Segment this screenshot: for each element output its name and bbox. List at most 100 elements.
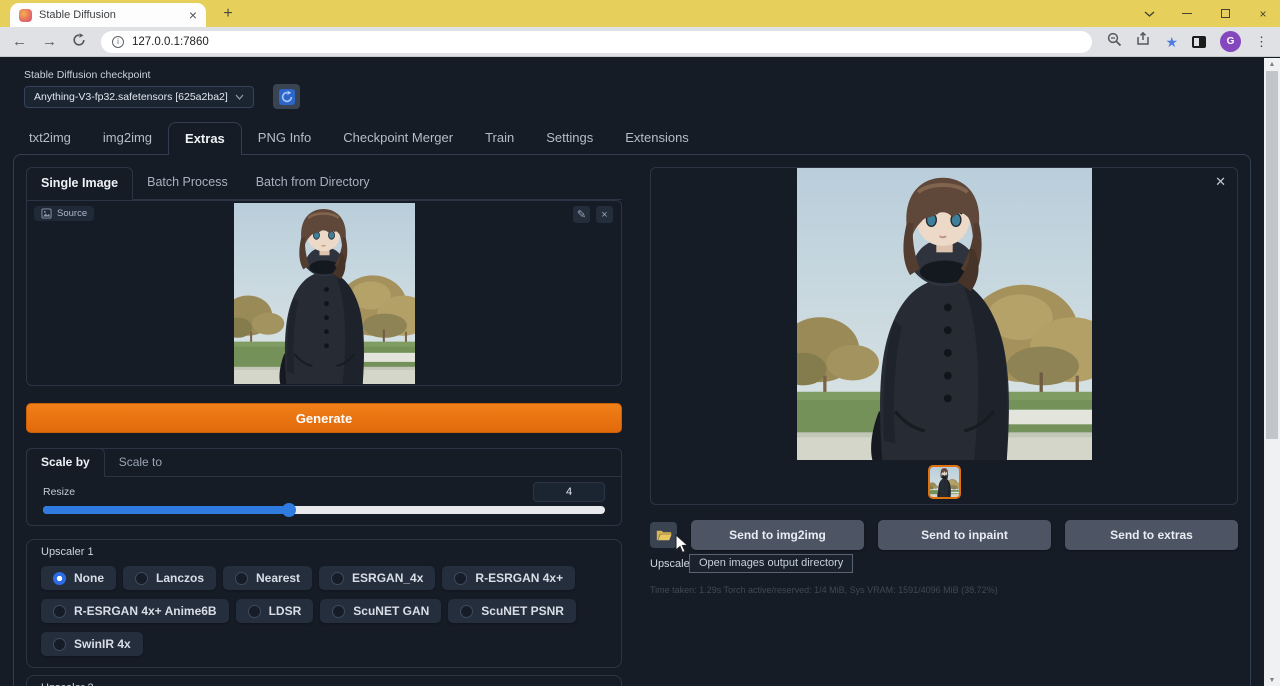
radio-icon [135, 572, 148, 585]
thumbnail-image [930, 467, 959, 497]
site-info-icon[interactable]: i [112, 36, 124, 48]
stable-diffusion-webui: Stable Diffusion checkpoint Anything-V3-… [0, 58, 1264, 686]
resize-label: Resize [43, 486, 75, 498]
zoom-icon[interactable] [1107, 32, 1122, 52]
favicon-icon [19, 9, 32, 22]
maximize-button[interactable] [1218, 9, 1232, 18]
checkpoint-label: Stable Diffusion checkpoint [24, 69, 1240, 81]
radio-icon [331, 572, 344, 585]
side-panel-icon[interactable] [1192, 36, 1206, 48]
slider-fill [43, 506, 289, 514]
share-icon[interactable] [1136, 32, 1151, 51]
scrollbar-down-arrow[interactable]: ▼ [1264, 674, 1280, 686]
radio-upscaler1-scunet-psnr[interactable]: ScuNET PSNR [448, 599, 576, 623]
radio-upscaler1-esrgan4x[interactable]: ESRGAN_4x [319, 566, 435, 590]
radio-icon [235, 572, 248, 585]
source-label: Source [57, 208, 87, 219]
image-icon [41, 208, 52, 219]
profile-avatar[interactable]: G [1220, 31, 1241, 52]
tab-single-image[interactable]: Single Image [26, 167, 133, 200]
send-to-inpaint-button[interactable]: Send to inpaint [878, 520, 1051, 550]
gallery-close-icon[interactable]: ✕ [1215, 175, 1226, 188]
send-to-img2img-button[interactable]: Send to img2img [691, 520, 864, 550]
edit-image-icon[interactable]: ✎ [573, 206, 590, 223]
radio-icon [248, 605, 261, 618]
source-image [234, 203, 415, 384]
page-scrollbar[interactable]: ▲ ▼ [1264, 58, 1280, 686]
radio-upscaler1-none[interactable]: None [41, 566, 116, 590]
radio-icon [53, 572, 66, 585]
tab-scale-by[interactable]: Scale by [26, 448, 105, 477]
generate-button[interactable]: Generate [26, 403, 622, 433]
radio-upscaler1-resrgan-anime6b[interactable]: R-ESRGAN 4x+ Anime6B [41, 599, 229, 623]
tab-settings[interactable]: Settings [530, 122, 609, 154]
tab-close-icon[interactable]: × [189, 8, 197, 22]
new-tab-button[interactable]: + [216, 4, 240, 24]
close-window-button[interactable]: × [1256, 7, 1270, 21]
minimize-button[interactable] [1180, 13, 1194, 14]
tab-batch-process[interactable]: Batch Process [133, 167, 242, 199]
upscaler-2-group: Upscaler 2 None Lanczos Nearest ESRGAN_4… [26, 675, 622, 686]
radio-upscaler1-swinir4x[interactable]: SwinIR 4x [41, 632, 143, 656]
radio-upscaler1-resrgan4x[interactable]: R-ESRGAN 4x+ [442, 566, 575, 590]
reload-icon[interactable] [72, 33, 86, 50]
browser-toolbar: ← → i 127.0.0.1:7860 ★ G ⋮ [0, 27, 1280, 57]
url-bar[interactable]: i 127.0.0.1:7860 [101, 31, 1092, 53]
slider-handle[interactable] [282, 503, 296, 517]
source-image-dropzone[interactable]: Source ✎ × [26, 200, 622, 386]
url-text: 127.0.0.1:7860 [132, 36, 209, 48]
tab-extras[interactable]: Extras [168, 122, 242, 155]
scale-panel: Scale by Scale to Resize 4 [26, 448, 622, 526]
upscaler-1-label: Upscaler 1 [41, 546, 607, 558]
scrollbar-thumb[interactable] [1266, 71, 1278, 439]
radio-icon [332, 605, 345, 618]
radio-upscaler1-lanczos[interactable]: Lanczos [123, 566, 216, 590]
radio-upscaler1-nearest[interactable]: Nearest [223, 566, 312, 590]
radio-icon [460, 605, 473, 618]
forward-icon[interactable]: → [42, 34, 57, 49]
chevron-down-icon [235, 94, 244, 100]
radio-upscaler1-scunet-gan[interactable]: ScuNET GAN [320, 599, 441, 623]
checkpoint-value: Anything-V3-fp32.safetensors [625a2ba2] [34, 91, 228, 103]
browser-tab-title: Stable Diffusion [39, 9, 182, 21]
scrollbar-up-arrow[interactable]: ▲ [1264, 58, 1280, 70]
menu-kebab-icon[interactable]: ⋮ [1255, 34, 1268, 50]
radio-icon [53, 605, 66, 618]
source-chip: Source [34, 206, 94, 221]
result-gallery: ✕ [650, 167, 1238, 505]
mouse-cursor [673, 534, 689, 556]
tab-scale-to[interactable]: Scale to [105, 449, 176, 476]
folder-tooltip: Open images output directory [689, 554, 853, 573]
refresh-checkpoint-button[interactable] [273, 84, 300, 109]
gallery-thumbnail-selected[interactable] [928, 465, 961, 499]
browser-tab[interactable]: Stable Diffusion × [10, 3, 206, 27]
bookmark-star-icon[interactable]: ★ [1165, 35, 1178, 49]
back-icon[interactable]: ← [12, 34, 27, 49]
performance-info-text: Time taken: 1.29s Torch active/reserved:… [650, 585, 1238, 595]
tab-train[interactable]: Train [469, 122, 530, 154]
extras-mode-tabs: Single Image Batch Process Batch from Di… [26, 167, 622, 200]
checkpoint-dropdown[interactable]: Anything-V3-fp32.safetensors [625a2ba2] [24, 86, 254, 108]
upscaler-1-group: Upscaler 1 None Lanczos Nearest ESRGAN_4… [26, 539, 622, 668]
tab-png-info[interactable]: PNG Info [242, 122, 327, 154]
tab-extensions[interactable]: Extensions [609, 122, 705, 154]
radio-icon [454, 572, 467, 585]
main-tab-bar: txt2img img2img Extras PNG Info Checkpoi… [0, 122, 1264, 154]
window-menu-icon[interactable] [1142, 11, 1156, 17]
tab-txt2img[interactable]: txt2img [13, 122, 87, 154]
tab-checkpoint-merger[interactable]: Checkpoint Merger [327, 122, 469, 154]
tab-batch-from-directory[interactable]: Batch from Directory [242, 167, 384, 199]
result-actions: Send to img2img Send to inpaint Send to … [650, 520, 1238, 550]
upscaler-2-label: Upscaler 2 [41, 682, 607, 686]
resize-slider[interactable] [43, 506, 605, 514]
browser-tabstrip: Stable Diffusion × + × [0, 0, 1280, 27]
result-image[interactable] [797, 168, 1092, 460]
folder-icon [656, 529, 672, 542]
refresh-icon [279, 89, 295, 105]
tab-img2img[interactable]: img2img [87, 122, 168, 154]
send-to-extras-button[interactable]: Send to extras [1065, 520, 1238, 550]
resize-number-input[interactable]: 4 [533, 482, 605, 502]
radio-upscaler1-ldsr[interactable]: LDSR [236, 599, 314, 623]
clear-image-icon[interactable]: × [596, 206, 613, 223]
radio-icon [53, 638, 66, 651]
